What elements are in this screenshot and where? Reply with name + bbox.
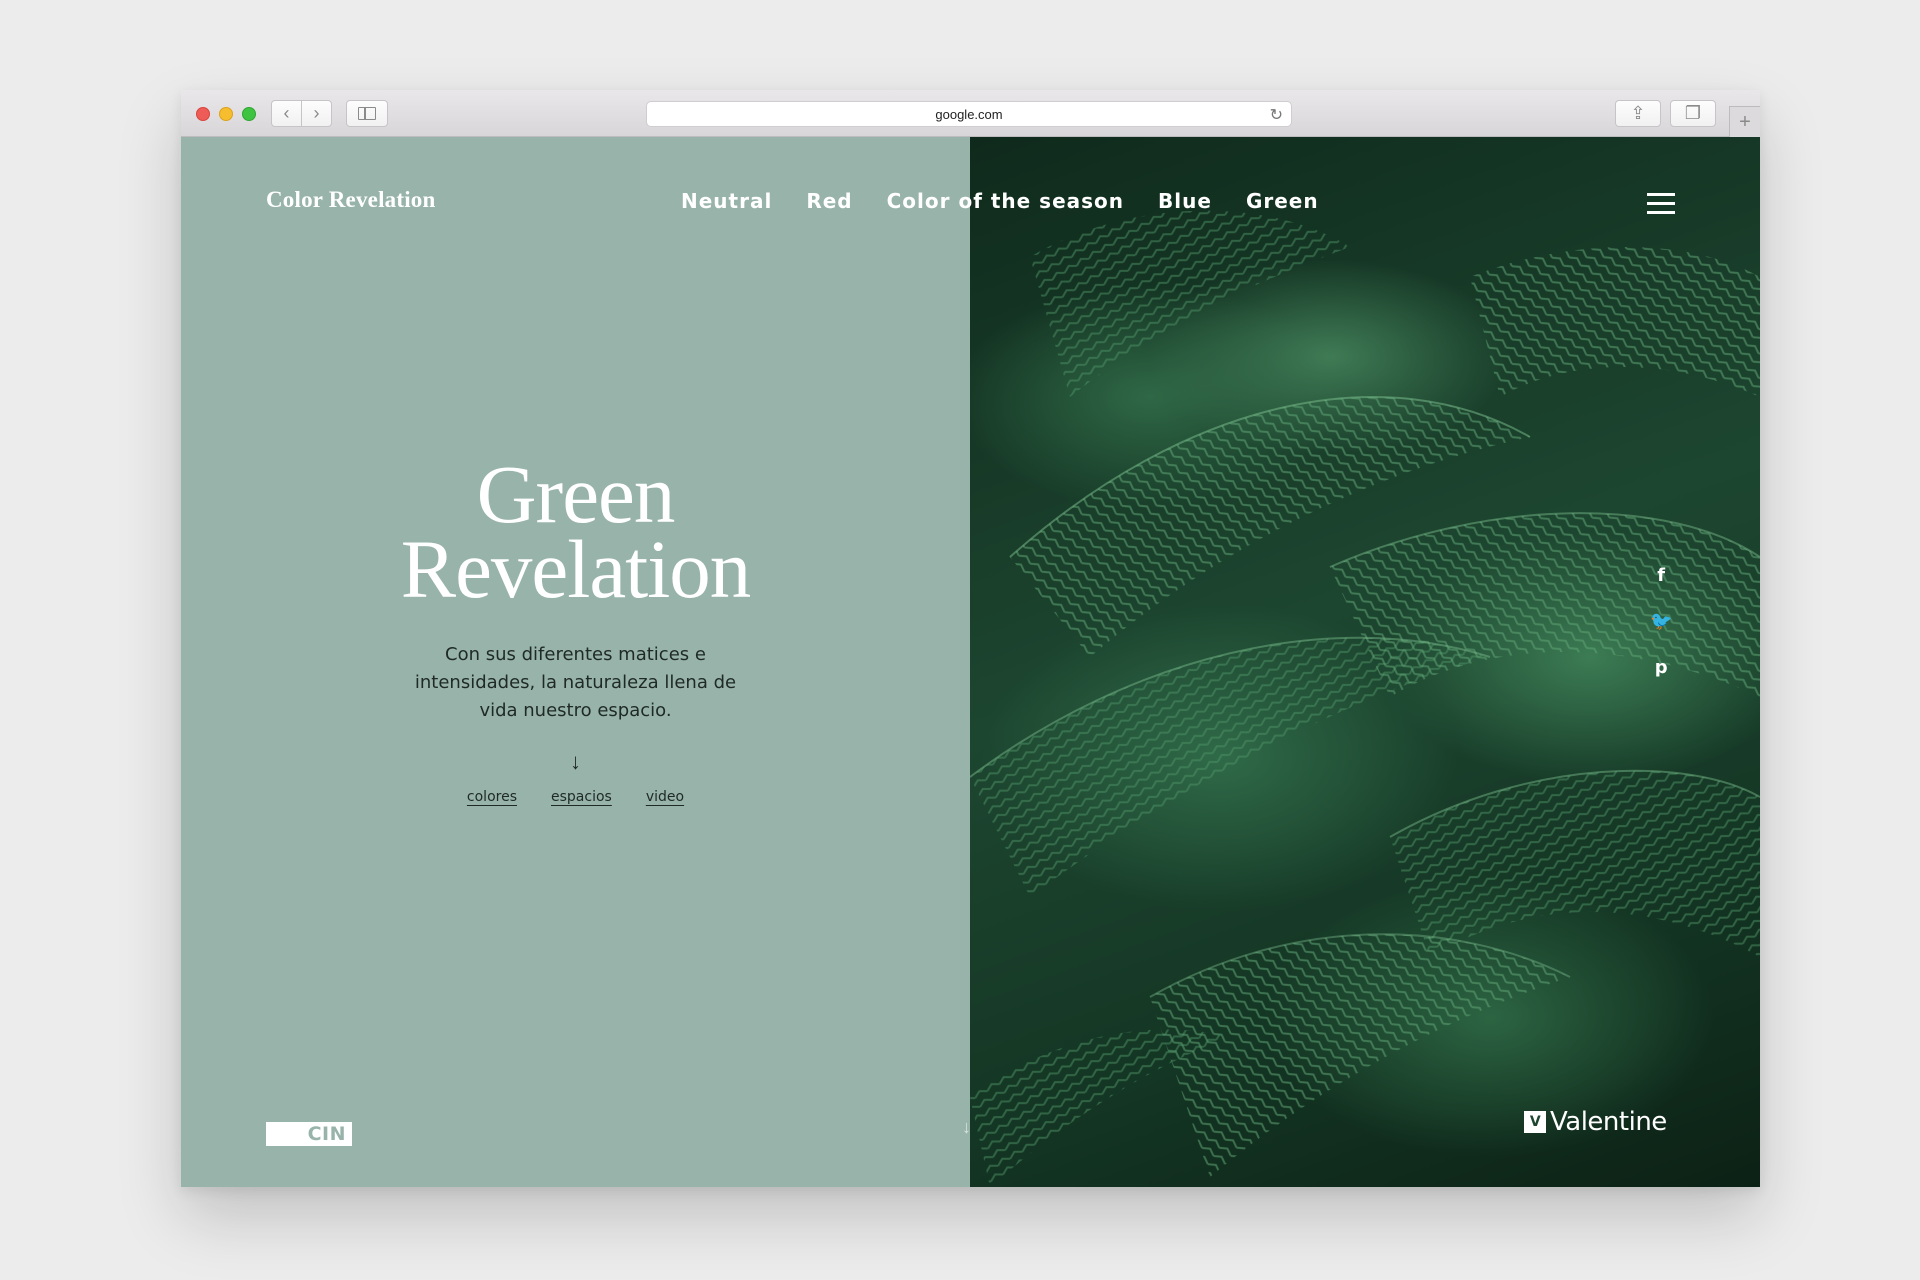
link-colores[interactable]: colores: [467, 789, 517, 805]
section-links: colores espacios video: [181, 789, 970, 805]
tabs-icon: ❐: [1684, 103, 1702, 123]
valentine-mark-icon: V: [1524, 1111, 1546, 1133]
back-button[interactable]: ‹: [271, 100, 302, 127]
pinterest-icon[interactable]: p: [1655, 659, 1668, 677]
scroll-down-icon[interactable]: ↓: [962, 1117, 971, 1138]
hamburger-menu-icon[interactable]: [1647, 193, 1675, 215]
twitter-icon[interactable]: 🐦: [1650, 613, 1672, 631]
page-content: Color Revelation Green Revelation Con su…: [181, 137, 1760, 1187]
minimize-window-button[interactable]: [219, 107, 233, 121]
forward-button[interactable]: ›: [301, 100, 332, 127]
hero-title: Green Revelation: [181, 448, 970, 615]
nav-blue[interactable]: Blue: [1158, 189, 1212, 213]
browser-titlebar: ‹ › google.com ↻ ⇪ ❐ +: [181, 90, 1760, 137]
plus-icon: +: [1739, 110, 1751, 133]
fern-illustration: [970, 210, 1760, 1187]
hero-section: Green Revelation Con sus diferentes mati…: [181, 448, 970, 806]
left-color-panel: Color Revelation Green Revelation Con su…: [181, 137, 970, 1187]
maximize-window-button[interactable]: [242, 107, 256, 121]
tab-overview-button[interactable]: ❐: [1670, 100, 1716, 127]
address-bar[interactable]: google.com ↻: [646, 101, 1292, 127]
main-navigation: Neutral Red Color of the season Blue Gre…: [681, 189, 1319, 213]
valentine-logo: V Valentine: [1524, 1107, 1667, 1137]
hero-title-line-2: Revelation: [400, 523, 752, 615]
chevron-right-icon: ›: [313, 103, 320, 123]
nav-color-of-the-season[interactable]: Color of the season: [887, 189, 1124, 213]
link-espacios[interactable]: espacios: [551, 789, 612, 805]
link-video[interactable]: video: [646, 789, 684, 805]
nav-red[interactable]: Red: [806, 189, 852, 213]
arrow-down-icon[interactable]: ↓: [181, 749, 970, 775]
valentine-wordmark: Valentine: [1550, 1107, 1667, 1137]
browser-window: ‹ › google.com ↻ ⇪ ❐ + Color Revelation …: [181, 90, 1760, 1187]
chevron-left-icon: ‹: [283, 103, 290, 123]
reload-icon[interactable]: ↻: [1270, 105, 1283, 125]
fern-photo: [970, 137, 1760, 1187]
new-tab-button[interactable]: +: [1729, 106, 1760, 137]
sidebar-icon: [358, 107, 376, 120]
share-button[interactable]: ⇪: [1615, 100, 1661, 127]
share-icon: ⇪: [1630, 103, 1646, 123]
social-links: f 🐦 p: [1650, 567, 1672, 677]
cin-logo: CIN: [266, 1122, 352, 1146]
site-logo[interactable]: Color Revelation: [266, 187, 436, 213]
nav-green[interactable]: Green: [1246, 189, 1319, 213]
close-window-button[interactable]: [196, 107, 210, 121]
hero-description: Con sus diferentes matices e intensidade…: [414, 644, 737, 721]
sidebar-toggle-button[interactable]: [346, 100, 388, 127]
url-text: google.com: [935, 106, 1003, 122]
nav-neutral[interactable]: Neutral: [681, 189, 772, 213]
hero-title-line-1: Green: [476, 448, 676, 540]
facebook-icon[interactable]: f: [1657, 567, 1665, 585]
